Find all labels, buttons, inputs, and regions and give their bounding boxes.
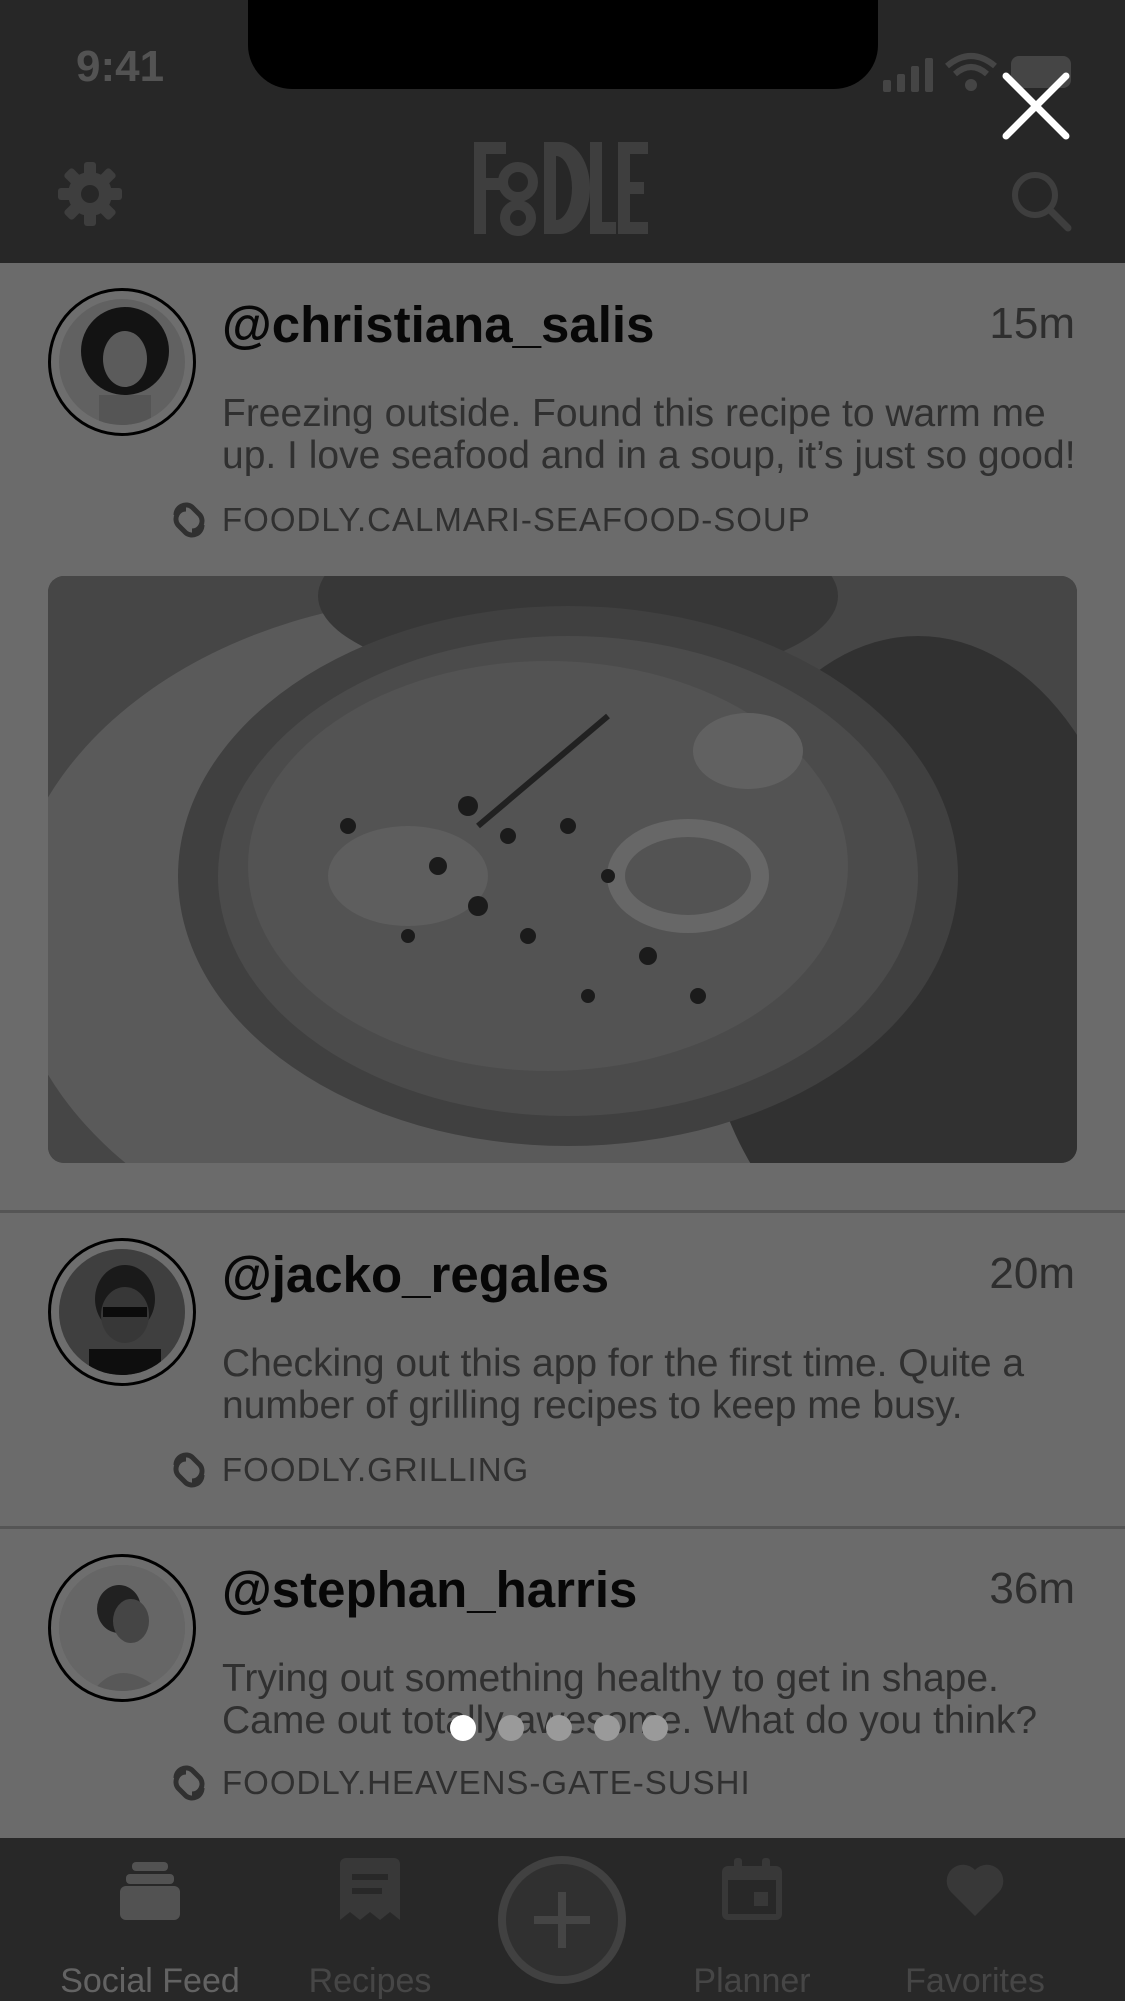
tab-label: Recipes (308, 1962, 432, 2000)
link-icon (173, 502, 205, 538)
avatar-photo (81, 307, 169, 425)
user-avatar[interactable] (48, 1238, 196, 1386)
recipe-link[interactable]: FOODLY.GRILLING (168, 1449, 529, 1491)
user-avatar[interactable] (48, 288, 196, 436)
post-text-line: Checking out this app for the first time… (222, 1342, 1025, 1385)
plus-icon (534, 1892, 590, 1948)
link-icon (173, 1452, 205, 1488)
app-header: 9:41 (0, 0, 1125, 263)
tab-planner[interactable]: Planner (652, 1858, 852, 2000)
wifi-icon (945, 53, 997, 91)
avatar-photo (59, 1565, 185, 1691)
add-post-button[interactable] (498, 1856, 626, 1984)
recipe-card-icon (340, 1858, 400, 1920)
recipe-link[interactable]: FOODLY.CALMARI-SEAFOOD-SOUP (168, 499, 811, 541)
calendar-icon (722, 1858, 782, 1920)
page-dot[interactable] (642, 1715, 668, 1741)
stack-icon (120, 1862, 180, 1920)
post-username[interactable]: @stephan_harris (222, 1560, 637, 1619)
soup-photo (48, 576, 1077, 1163)
page-indicator (450, 1715, 668, 1741)
tab-bar: Social Feed Recipes Planner Favorites (0, 1838, 1125, 2001)
page-dot[interactable] (546, 1715, 572, 1741)
tab-social-feed[interactable]: Social Feed (50, 1858, 250, 2000)
page-dot[interactable] (498, 1715, 524, 1741)
post-photo[interactable] (48, 576, 1077, 1163)
tab-recipes[interactable]: Recipes (270, 1858, 470, 2000)
post-time: 15m (989, 299, 1075, 348)
post-text: Checking out this app for the first time… (222, 1343, 1082, 1427)
recipe-link-text[interactable]: FOODLY.HEAVENS-GATE-SUSHI (222, 1764, 751, 1802)
post-username[interactable]: @christiana_salis (222, 295, 654, 354)
page-dot-active[interactable] (450, 1715, 476, 1741)
post-text-line: Freezing outside. Found this recipe to w… (222, 392, 1046, 435)
page-dot[interactable] (594, 1715, 620, 1741)
feed-post[interactable]: @jacko_regales 20m Checking out this app… (0, 1213, 1125, 1529)
link-icon (173, 1765, 205, 1801)
tab-label: Favorites (905, 1962, 1045, 2000)
recipe-link[interactable]: FOODLY.HEAVENS-GATE-SUSHI (168, 1762, 751, 1804)
post-time: 36m (989, 1564, 1075, 1613)
signal-icon (883, 58, 933, 92)
post-text-line: Trying out something healthy to get in s… (222, 1657, 999, 1700)
post-text-line: number of grilling recipes to keep me bu… (222, 1384, 963, 1427)
post-username[interactable]: @jacko_regales (222, 1245, 609, 1304)
user-avatar[interactable] (48, 1554, 196, 1702)
close-icon[interactable] (998, 68, 1074, 144)
device-notch (248, 0, 878, 89)
post-text-line: up. I love seafood and in a soup, it’s j… (222, 434, 1076, 477)
avatar-photo (59, 1249, 185, 1375)
search-icon[interactable] (1008, 168, 1074, 234)
foodle-logo (474, 142, 648, 236)
post-time: 20m (989, 1249, 1075, 1298)
app-screen: 9:41 @christiana_salis 15m Freezing outs… (0, 0, 1125, 2001)
heart-icon (946, 1864, 1004, 1916)
tab-favorites[interactable]: Favorites (875, 1858, 1075, 2000)
feed-post[interactable]: @stephan_harris 36m Trying out something… (0, 1528, 1125, 1838)
feed-post[interactable]: @christiana_salis 15m Freezing outside. … (0, 263, 1125, 1213)
recipe-link-text[interactable]: FOODLY.GRILLING (222, 1451, 529, 1489)
settings-gear-icon[interactable] (56, 160, 124, 228)
post-text: Freezing outside. Found this recipe to w… (222, 393, 1082, 477)
tab-label: Planner (693, 1962, 811, 2000)
recipe-link-text[interactable]: FOODLY.CALMARI-SEAFOOD-SOUP (222, 501, 811, 539)
tab-label: Social Feed (60, 1962, 240, 2000)
status-time: 9:41 (76, 42, 165, 91)
